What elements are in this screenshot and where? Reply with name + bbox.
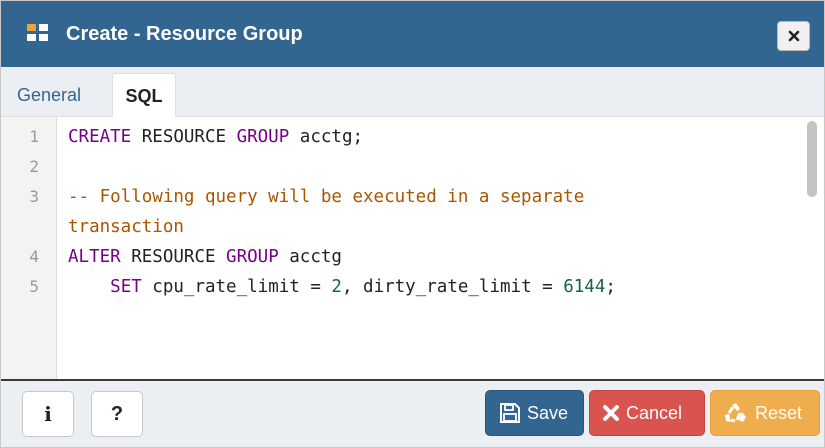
- recycle-icon: [725, 403, 746, 423]
- tab-general[interactable]: General: [5, 73, 93, 117]
- code-text: ALTER RESOURCE GROUP acctg: [68, 242, 342, 272]
- reset-label: Reset: [755, 402, 803, 423]
- save-icon: [500, 403, 520, 423]
- tab-bar: General SQL: [1, 67, 824, 118]
- cancel-icon: [603, 405, 619, 421]
- code-text: CREATE RESOURCE GROUP acctg;: [68, 122, 363, 152]
- code-text: SET cpu_rate_limit = 2, dirty_rate_limit…: [68, 272, 616, 302]
- save-label: Save: [527, 402, 569, 423]
- code-token: GROUP: [226, 247, 279, 267]
- line-number: 1: [29, 127, 39, 146]
- help-icon: ?: [110, 402, 124, 425]
- code-token: GROUP: [236, 127, 290, 147]
- dialog-titlebar: Create - Resource Group: [1, 1, 824, 67]
- code-token: SET: [110, 277, 142, 297]
- code-token: acctg: [278, 247, 342, 267]
- code-line: 2: [1, 152, 801, 182]
- code-token: -- Following query will be executed in a…: [68, 187, 585, 207]
- dialog-title: Create - Resource Group: [66, 23, 303, 45]
- code-token: 6144: [563, 277, 606, 297]
- save-button[interactable]: Save: [485, 390, 584, 436]
- code-line: 1 CREATE RESOURCE GROUP acctg;: [1, 122, 801, 152]
- line-number: 5: [29, 277, 39, 296]
- close-icon: [788, 30, 799, 42]
- code-token: ALTER: [68, 247, 121, 267]
- cancel-button[interactable]: Cancel: [589, 390, 705, 436]
- tab-sql[interactable]: SQL: [112, 73, 176, 118]
- sql-editor[interactable]: 1 CREATE RESOURCE GROUP acctg; 2 3 -- Follow…: [1, 117, 824, 379]
- code-token: RESOURCE: [131, 127, 237, 147]
- code-line: 5 SET cpu_rate_limit = 2, dirty_rate_lim…: [1, 272, 801, 302]
- close-button[interactable]: [777, 21, 810, 51]
- info-icon: i: [44, 402, 52, 426]
- code-token: transaction: [68, 217, 184, 237]
- code-token: acctg;: [289, 127, 364, 147]
- code-line: 3 -- Following query will be executed in …: [1, 182, 801, 212]
- editor-scrollbar[interactable]: [807, 121, 817, 197]
- code-text: transaction: [68, 212, 184, 242]
- code-text: -- Following query will be executed in a…: [68, 182, 584, 212]
- code-token: RESOURCE: [120, 247, 227, 267]
- reset-button[interactable]: Reset: [710, 390, 820, 436]
- help-button[interactable]: ?: [91, 391, 143, 437]
- code-token: cpu_rate_limit =: [141, 277, 332, 297]
- create-resource-group-dialog: Create - Resource Group General SQL 1 CRE…: [0, 0, 825, 448]
- code-line: 4 ALTER RESOURCE GROUP acctg: [1, 242, 801, 272]
- line-number: 4: [29, 247, 39, 266]
- line-number: 3: [29, 187, 39, 206]
- code-line: transaction: [1, 212, 801, 242]
- resource-group-icon: [27, 24, 48, 41]
- cancel-label: Cancel: [626, 402, 683, 423]
- line-number: 2: [29, 157, 39, 176]
- code-token: ;: [605, 277, 616, 297]
- info-button[interactable]: i: [22, 391, 74, 437]
- code-token: , dirty_rate_limit =: [341, 277, 564, 297]
- dialog-footer: i ? Save Cancel Reset: [1, 379, 824, 447]
- code-token: 2: [331, 277, 342, 297]
- code-token: CREATE: [68, 127, 132, 147]
